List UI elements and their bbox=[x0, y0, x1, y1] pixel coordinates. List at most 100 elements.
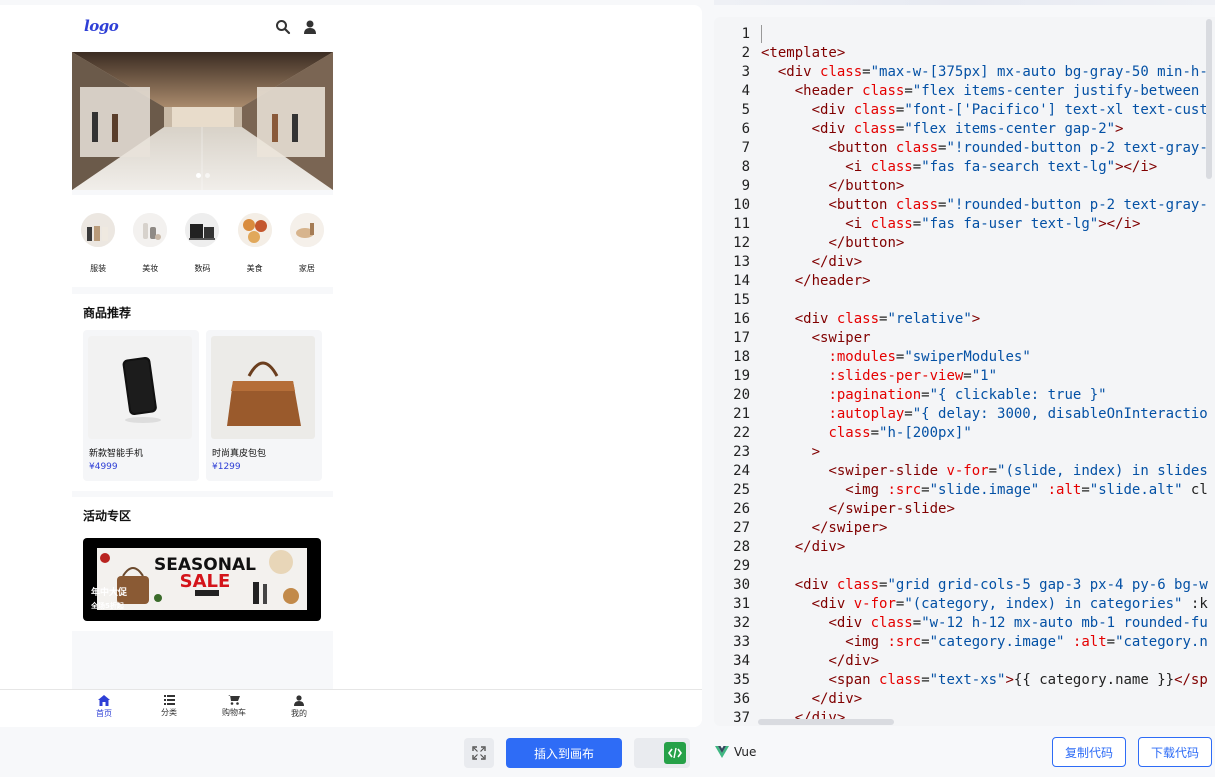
tab-label: 我的 bbox=[291, 709, 307, 718]
hero-banner[interactable] bbox=[72, 52, 333, 190]
code-line: <swiper bbox=[811, 330, 871, 346]
category-label: 家居 bbox=[298, 264, 315, 273]
tab-cart[interactable]: 购物车 bbox=[214, 695, 254, 718]
carousel-pagination bbox=[72, 163, 333, 182]
category-grid: 服装 美妆 数码 美食 家居 bbox=[72, 195, 333, 287]
code-line: <div v-for="(category, index) in categor… bbox=[811, 596, 1208, 612]
code-line: <button class="!rounded-button p-2 text-… bbox=[828, 197, 1208, 213]
line-number: 13 bbox=[733, 254, 750, 270]
code-line: <header class="flex items-center justify… bbox=[794, 83, 1200, 99]
list-icon bbox=[163, 695, 175, 705]
code-line: <img :src="slide.image" :alt="slide.alt"… bbox=[845, 482, 1208, 498]
line-number: 32 bbox=[733, 615, 750, 631]
category-image bbox=[237, 213, 272, 247]
line-number: 12 bbox=[733, 235, 750, 251]
code-content[interactable]: <template> <div class="max-w-[375px] mx-… bbox=[761, 25, 1208, 726]
product-name: 时尚真皮包包 bbox=[212, 449, 267, 459]
tab-mine[interactable]: 我的 bbox=[279, 695, 319, 719]
tab-label: 分类 bbox=[161, 708, 177, 717]
line-number: 34 bbox=[733, 653, 750, 669]
product-card[interactable]: 新款智能手机 ¥4999 bbox=[83, 330, 199, 481]
section-title: 活动专区 bbox=[83, 509, 132, 523]
line-number: 29 bbox=[733, 558, 750, 574]
carousel-dot[interactable] bbox=[204, 173, 210, 178]
line-number: 30 bbox=[733, 577, 750, 593]
category-image bbox=[133, 213, 168, 247]
code-line: <div class="w-12 h-12 mx-auto mb-1 round… bbox=[828, 615, 1208, 631]
code-line: <div class="flex items-center gap-2"> bbox=[811, 121, 1124, 137]
line-number: 25 bbox=[733, 482, 750, 498]
toggle-knob bbox=[664, 742, 686, 764]
category-item-home[interactable]: 家居 bbox=[287, 213, 327, 287]
line-number: 10 bbox=[733, 197, 750, 213]
user-icon bbox=[294, 695, 304, 706]
vue-icon bbox=[715, 746, 729, 758]
fullscreen-button[interactable] bbox=[464, 738, 494, 768]
promo-subtag: 全场5折起 bbox=[91, 602, 124, 610]
download-code-button[interactable]: 下载代码 bbox=[1138, 737, 1212, 767]
promo-section: 活动专区 SEASONAL SALE 年中大促 全场5折起 bbox=[72, 497, 333, 631]
copy-code-button[interactable]: 复制代码 bbox=[1052, 737, 1126, 767]
line-number: 35 bbox=[733, 672, 750, 688]
line-number: 11 bbox=[733, 216, 750, 232]
line-number: 3 bbox=[741, 64, 750, 80]
code-editor[interactable]: 1 2 3 4 5 6 7 8 9 10 11 12 13 14 15 16 17 18 19 20 21 22 23 24 2… bbox=[714, 17, 1215, 726]
line-number: 23 bbox=[733, 444, 750, 460]
category-item-beauty[interactable]: 美妆 bbox=[130, 213, 170, 287]
product-card[interactable]: 时尚真皮包包 ¥1299 bbox=[206, 330, 322, 481]
category-label: 美食 bbox=[246, 264, 263, 273]
line-number: 17 bbox=[733, 330, 750, 346]
horizontal-scrollbar[interactable] bbox=[758, 719, 894, 725]
code-line: <template> bbox=[761, 45, 846, 61]
code-line: </button> bbox=[828, 178, 905, 194]
line-number: 15 bbox=[733, 292, 750, 308]
line-number: 33 bbox=[733, 634, 750, 650]
line-number: 14 bbox=[733, 273, 750, 289]
line-number: 22 bbox=[733, 425, 750, 441]
code-line: </div> bbox=[794, 539, 846, 555]
user-icon[interactable] bbox=[302, 19, 318, 35]
code-icon bbox=[668, 747, 682, 759]
promo-banner[interactable]: SEASONAL SALE 年中大促 全场5折起 bbox=[83, 538, 321, 621]
tab-label: 首页 bbox=[96, 709, 112, 718]
carousel-dot[interactable] bbox=[195, 173, 201, 178]
line-number: 4 bbox=[741, 83, 750, 99]
code-line: :slides-per-view="1" bbox=[828, 368, 998, 384]
category-image bbox=[289, 213, 324, 247]
category-item-digital[interactable]: 数码 bbox=[182, 213, 222, 287]
category-label: 数码 bbox=[194, 264, 211, 273]
code-line: </swiper> bbox=[811, 520, 888, 536]
promo-headline-2: SALE bbox=[180, 571, 231, 592]
vertical-scrollbar[interactable] bbox=[1206, 19, 1212, 179]
line-number: 31 bbox=[733, 596, 750, 612]
tab-home[interactable]: 首页 bbox=[84, 695, 124, 719]
framework-indicator: Vue bbox=[715, 745, 756, 759]
line-number: 24 bbox=[733, 463, 750, 479]
product-image bbox=[211, 336, 315, 439]
code-line: :pagination="{ clickable: true }" bbox=[828, 387, 1107, 403]
code-line: </button> bbox=[828, 235, 905, 251]
recommend-section: 商品推荐 新款智能手机 ¥4999 时尚真皮包包 ¥1299 bbox=[72, 294, 333, 491]
code-line: </header> bbox=[794, 273, 871, 289]
line-number: 19 bbox=[733, 368, 750, 384]
tab-category[interactable]: 分类 bbox=[149, 695, 189, 718]
category-item-clothing[interactable]: 服装 bbox=[78, 213, 118, 287]
code-view-toggle[interactable] bbox=[634, 738, 690, 768]
code-line: <span class="text-xs">{{ category.name }… bbox=[828, 672, 1208, 688]
code-line: :modules="swiperModules" bbox=[828, 349, 1031, 365]
app-header: logo bbox=[72, 5, 333, 52]
code-line: <swiper-slide v-for="(slide, index) in s… bbox=[828, 463, 1208, 479]
line-number: 36 bbox=[733, 691, 750, 707]
code-line: class="h-[200px]" bbox=[828, 425, 972, 441]
code-line: <div class="grid grid-cols-5 gap-3 px-4 … bbox=[794, 577, 1208, 593]
line-number-gutter: 1 2 3 4 5 6 7 8 9 10 11 12 13 14 15 16 17 18 19 20 21 22 23 24 2… bbox=[714, 25, 750, 726]
code-line: <div class="font-['Pacifico'] text-xl te… bbox=[811, 102, 1208, 118]
category-item-food[interactable]: 美食 bbox=[235, 213, 275, 287]
framework-label: Vue bbox=[734, 745, 757, 759]
search-icon[interactable] bbox=[275, 19, 291, 35]
category-label: 服装 bbox=[90, 264, 107, 273]
logo[interactable]: logo bbox=[84, 17, 119, 35]
code-line: </div> bbox=[811, 254, 863, 270]
insert-to-canvas-button[interactable]: 插入到画布 bbox=[506, 738, 622, 768]
